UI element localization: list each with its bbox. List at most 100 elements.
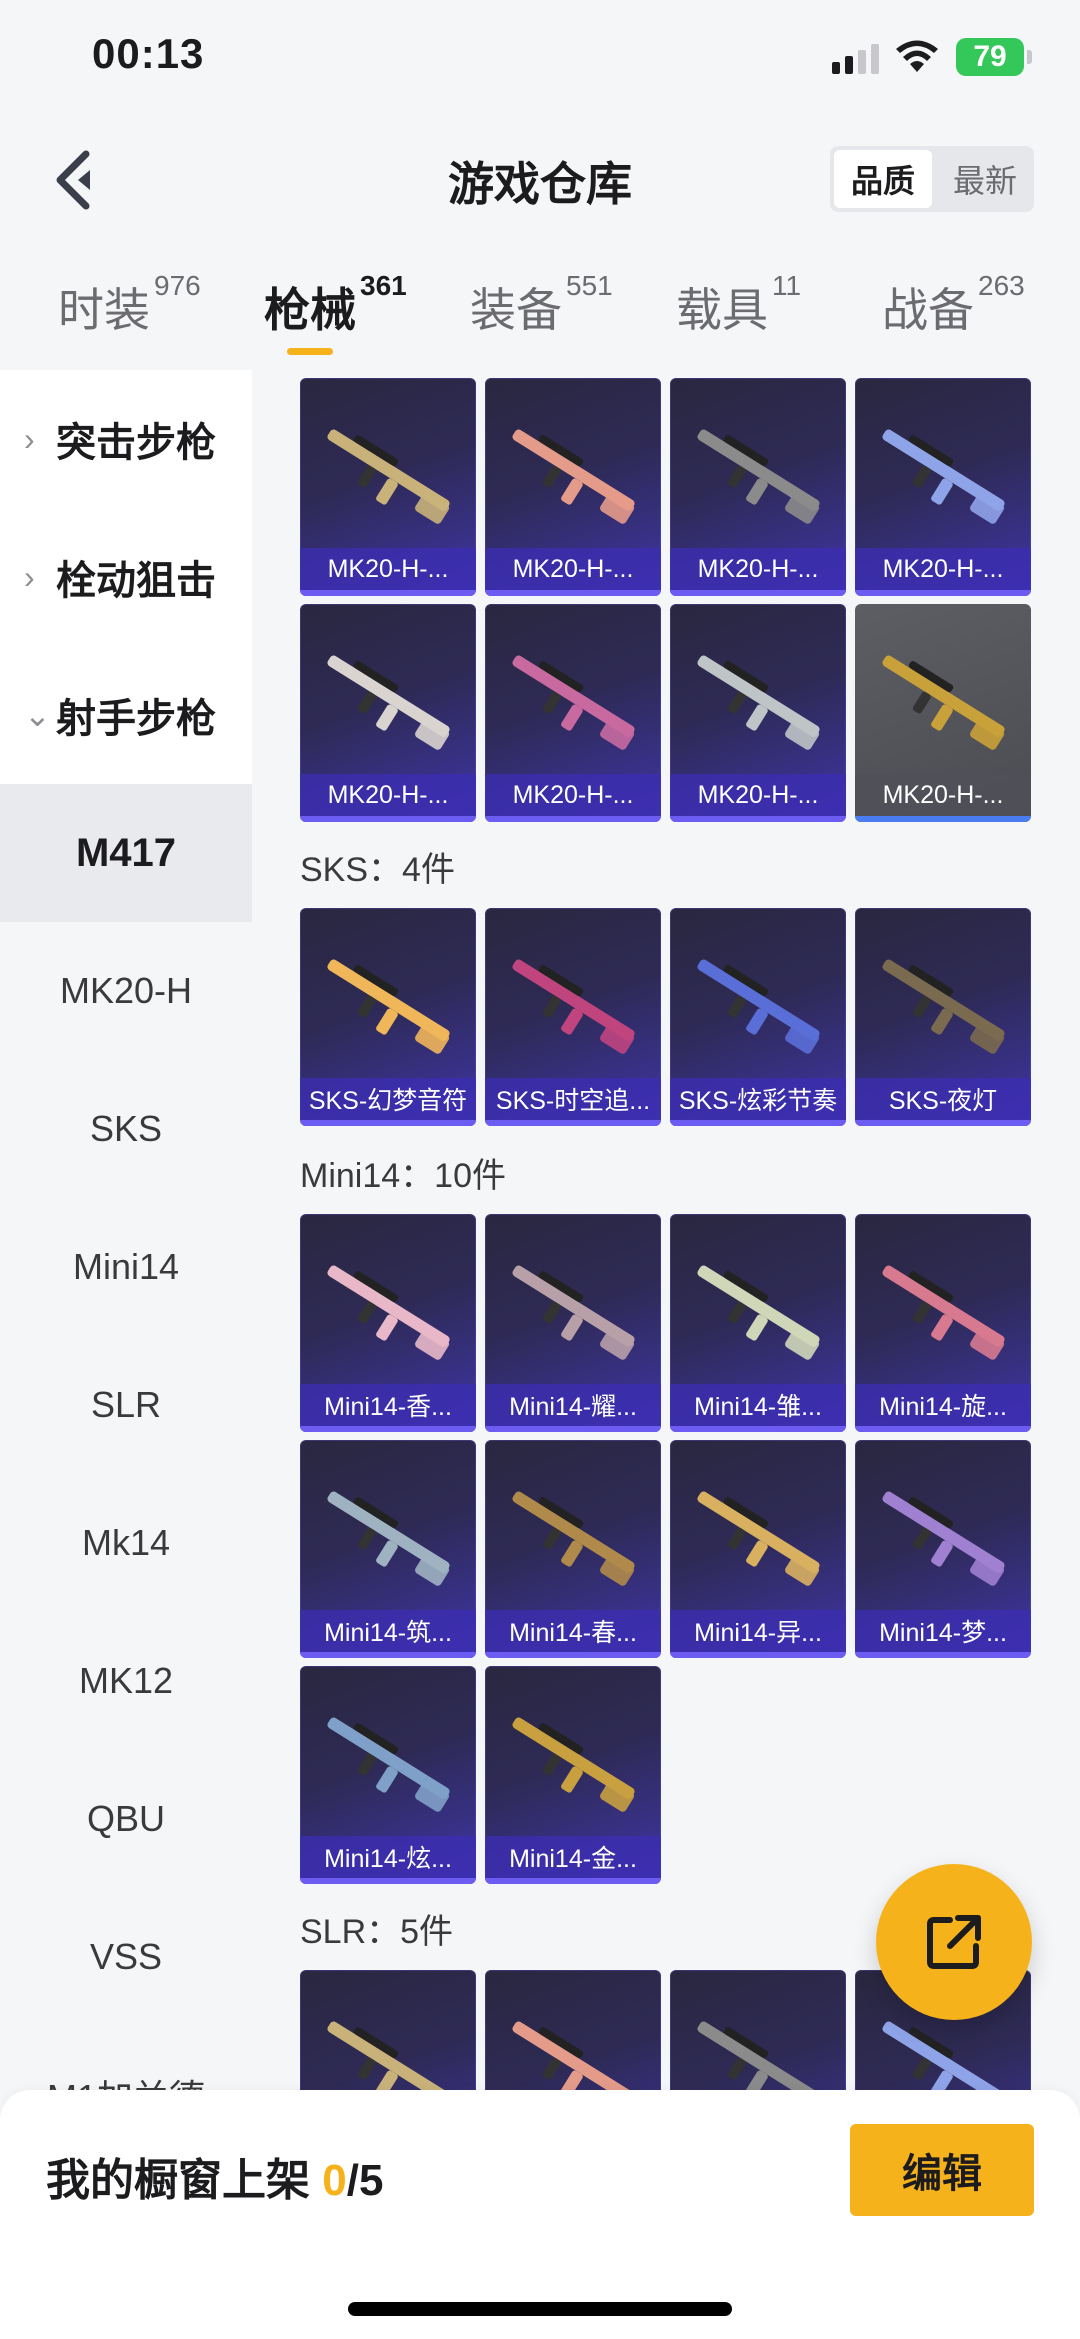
sidebar-group-assault-rifle[interactable]: › 突击步枪 [0, 370, 252, 508]
sidebar-group-label: 突击步枪 [56, 421, 216, 465]
tab-fashion[interactable]: 时装 976 [58, 270, 201, 340]
tab-count: 361 [360, 270, 407, 301]
weapon-skin-card[interactable]: SKS-夜灯 [855, 908, 1031, 1126]
weapon-skin-card[interactable]: Mini14-金... [485, 1666, 661, 1884]
chevron-right-icon: › [24, 558, 35, 595]
card-rarity-bar [485, 1652, 661, 1658]
card-rarity-bar [855, 816, 1031, 822]
tab-supplies[interactable]: 战备 263 [882, 270, 1025, 340]
weapon-skin-card[interactable]: SKS-时空追... [485, 908, 661, 1126]
sidebar-item-m417[interactable]: M417 [0, 784, 252, 922]
tab-vehicles[interactable]: 载具 11 [676, 270, 801, 340]
sort-quality-button[interactable]: 品质 [834, 150, 932, 208]
rifle-icon [882, 959, 1005, 1054]
skin-name: Mini14-春... [485, 1610, 661, 1652]
sidebar-item-m1-garand[interactable]: M1加兰德 [0, 2026, 252, 2090]
share-button[interactable] [876, 1864, 1032, 2020]
showcase-total: /5 [346, 2156, 384, 2205]
weapon-skin-card[interactable]: MK20-H-... [670, 378, 846, 596]
sidebar-item-mk20h[interactable]: MK20-H [0, 922, 252, 1060]
weapon-skin-card[interactable]: Mini14-筑... [300, 1440, 476, 1658]
tab-count: 551 [566, 270, 613, 301]
rifle-icon [697, 959, 820, 1054]
skin-name: MK20-H-... [855, 548, 1031, 590]
sidebar-group-bolt-sniper[interactable]: › 栓动狙击 [0, 508, 252, 646]
card-rarity-bar [300, 1120, 476, 1126]
weapon-skin-card[interactable] [485, 1970, 661, 2090]
sidebar-item-mk14[interactable]: Mk14 [0, 1474, 252, 1612]
skin-name: MK20-H-... [485, 774, 661, 816]
card-rarity-bar [485, 1120, 661, 1126]
weapon-skin-card[interactable]: SKS-炫彩节奏 [670, 908, 846, 1126]
skin-name: Mini14-金... [485, 1836, 661, 1878]
sort-toggle: 品质 最新 [830, 146, 1034, 212]
tab-equipment[interactable]: 装备 551 [470, 270, 613, 340]
tab-label: 装备 [470, 284, 562, 336]
section-title-slr: SLR：5件 [300, 1913, 454, 1951]
weapon-skin-card[interactable]: MK20-H-... [855, 604, 1031, 822]
weapon-skin-card[interactable]: Mini14-梦... [855, 1440, 1031, 1658]
skin-name: MK20-H-... [485, 548, 661, 590]
weapon-skin-card[interactable]: MK20-H-... [485, 604, 661, 822]
tab-firearms[interactable]: 枪械 361 [264, 270, 407, 340]
sidebar-item-mk12[interactable]: MK12 [0, 1612, 252, 1750]
weapon-skin-card[interactable] [670, 1970, 846, 2090]
weapon-skin-card[interactable]: SKS-幻梦音符 [300, 908, 476, 1126]
sidebar-item-vss[interactable]: VSS [0, 1888, 252, 2026]
rifle-icon [697, 655, 820, 750]
skin-name: Mini14-炫... [300, 1836, 476, 1878]
skin-name: Mini14-旋... [855, 1384, 1031, 1426]
sidebar-item-slr[interactable]: SLR [0, 1336, 252, 1474]
skin-name: Mini14-筑... [300, 1610, 476, 1652]
home-indicator [348, 2302, 732, 2316]
skin-name: Mini14-耀... [485, 1384, 661, 1426]
weapon-skin-card[interactable]: Mini14-春... [485, 1440, 661, 1658]
weapon-skin-card[interactable]: Mini14-旋... [855, 1214, 1031, 1432]
card-rarity-bar [855, 1652, 1031, 1658]
sidebar-item-qbu[interactable]: QBU [0, 1750, 252, 1888]
card-rarity-bar [300, 1878, 476, 1884]
weapon-skin-card[interactable]: MK20-H-... [300, 604, 476, 822]
weapon-skin-card[interactable]: MK20-H-... [485, 378, 661, 596]
weapon-skin-card[interactable]: Mini14-异... [670, 1440, 846, 1658]
sidebar-item-sks[interactable]: SKS [0, 1060, 252, 1198]
sidebar-group-marksman-rifle[interactable]: ⌄ 射手步枪 [0, 646, 252, 784]
rifle-icon [697, 2021, 820, 2090]
header: 游戏仓库 品质 最新 [0, 130, 1080, 230]
skin-name: Mini14-香... [300, 1384, 476, 1426]
category-tabs: 时装 976 枪械 361 装备 551 载具 11 战备 263 [0, 260, 1080, 360]
sidebar-item-mini14[interactable]: Mini14 [0, 1198, 252, 1336]
card-rarity-bar [670, 1652, 846, 1658]
weapon-category-sidebar: › 突击步枪 › 栓动狙击 ⌄ 射手步枪 M417 MK20-H SKS Mini14… [0, 370, 252, 2090]
weapon-skin-card[interactable]: MK20-H-... [300, 378, 476, 596]
weapon-skin-card[interactable]: Mini14-耀... [485, 1214, 661, 1432]
sidebar-group-label: 栓动狙击 [56, 559, 216, 603]
skin-name: MK20-H-... [300, 548, 476, 590]
card-rarity-bar [670, 816, 846, 822]
edit-button[interactable]: 编辑 [850, 2124, 1034, 2216]
wifi-icon [896, 40, 938, 72]
weapon-skin-grid: SKS：4件 Mini14：10件 SLR：5件 MK20-H-... MK20-… [252, 370, 1080, 2090]
weapon-skin-card[interactable]: MK20-H-... [670, 604, 846, 822]
card-rarity-bar [300, 590, 476, 596]
tab-label: 时装 [58, 284, 150, 336]
tab-count: 976 [154, 270, 201, 301]
rifle-icon [327, 1491, 450, 1586]
skin-name: MK20-H-... [670, 774, 846, 816]
card-rarity-bar [670, 590, 846, 596]
weapon-skin-card[interactable]: Mini14-香... [300, 1214, 476, 1432]
sort-newest-button[interactable]: 最新 [936, 146, 1034, 212]
skin-name: SKS-夜灯 [855, 1078, 1031, 1120]
rifle-icon [327, 959, 450, 1054]
weapon-skin-card[interactable]: Mini14-炫... [300, 1666, 476, 1884]
share-external-icon [927, 1915, 981, 1969]
rifle-icon [327, 1265, 450, 1360]
card-rarity-bar [670, 1120, 846, 1126]
weapon-skin-card[interactable]: Mini14-雏... [670, 1214, 846, 1432]
weapon-skin-card[interactable]: MK20-H-... [855, 378, 1031, 596]
weapon-skin-card[interactable] [300, 1970, 476, 2090]
section-title-sks: SKS：4件 [300, 851, 455, 889]
skin-name: SKS-炫彩节奏 [670, 1078, 846, 1120]
card-rarity-bar [485, 816, 661, 822]
rifle-icon [327, 2021, 450, 2090]
